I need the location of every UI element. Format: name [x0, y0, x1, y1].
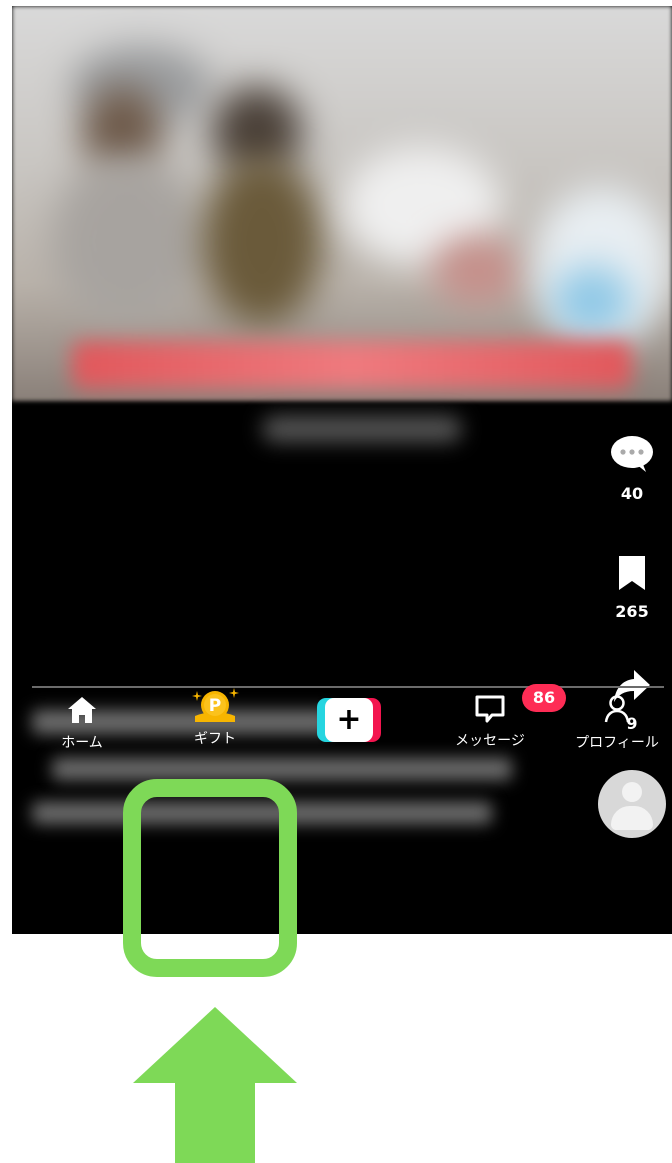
gift-tab-highlight-box [123, 779, 297, 977]
home-icon [68, 697, 96, 723]
gift-coin-icon: P [192, 688, 239, 722]
comment-icon [611, 436, 653, 472]
tab-messages[interactable]: 86 メッセージ [437, 684, 566, 750]
avatar[interactable] [598, 770, 666, 838]
pointer-arrow-head [133, 1007, 297, 1083]
comment-action[interactable]: 40 [592, 434, 672, 503]
tab-create[interactable]: + [312, 692, 386, 742]
tabbar-divider [32, 686, 664, 688]
video-player[interactable] [12, 6, 672, 401]
app-screen: 40 265 9 ホーム P ギフト + 86 メッセージ プロフィール [12, 6, 672, 934]
video-meta-pill [262, 416, 462, 442]
person-icon [604, 695, 630, 723]
tab-gift[interactable]: P ギフト [180, 688, 250, 748]
bookmark-icon [619, 556, 645, 590]
tab-home-label: ホーム [61, 735, 103, 751]
tab-profile-label: プロフィール [575, 735, 659, 751]
save-count: 265 [615, 602, 649, 621]
create-button[interactable]: + [317, 698, 381, 742]
save-action[interactable]: 265 [592, 554, 672, 621]
message-icon [475, 695, 505, 723]
gift-coin-letter: P [209, 696, 221, 716]
plus-icon: + [336, 702, 362, 737]
tab-messages-label: メッセージ [455, 733, 525, 749]
message-badge: 86 [522, 684, 566, 712]
comment-count: 40 [620, 484, 644, 503]
bottom-tabbar: ホーム P ギフト + 86 メッセージ プロフィール [12, 684, 672, 751]
tab-profile[interactable]: プロフィール [562, 692, 672, 752]
tab-gift-label: ギフト [194, 731, 236, 747]
video-description [52, 758, 512, 780]
tab-home[interactable]: ホーム [52, 692, 112, 752]
pointer-arrow-shaft [175, 1082, 255, 1163]
